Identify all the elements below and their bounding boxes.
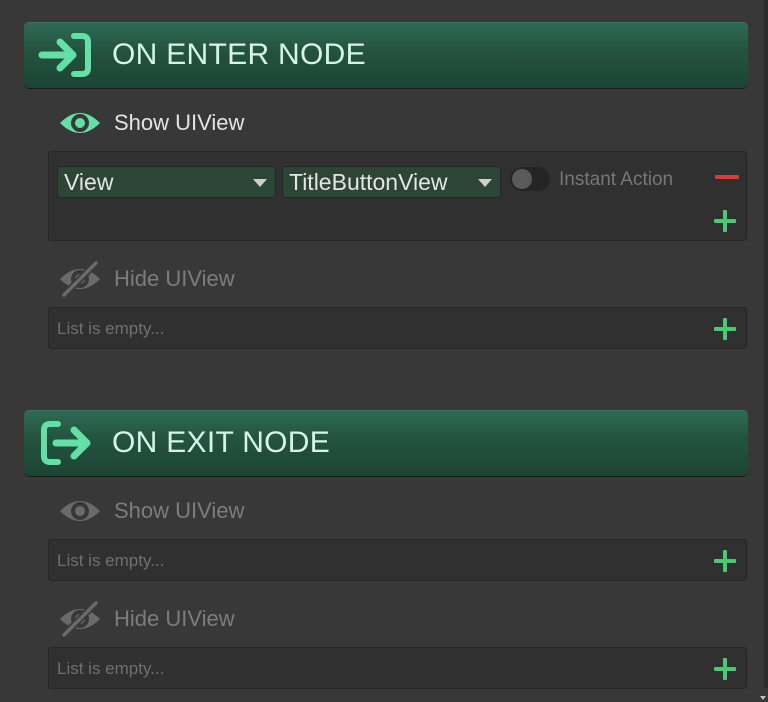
view-category-dropdown[interactable]: View bbox=[57, 166, 276, 198]
exit-hide-uiview-label[interactable]: Hide UIView bbox=[58, 599, 235, 639]
instant-action-toggle[interactable] bbox=[510, 167, 550, 191]
add-item-button[interactable] bbox=[712, 548, 738, 574]
view-category-value: View bbox=[64, 169, 114, 195]
enter-hide-label-text: Hide UIView bbox=[114, 266, 235, 291]
scrollbar-track[interactable] bbox=[764, 0, 768, 688]
list-empty-text: List is empty... bbox=[57, 659, 165, 678]
eye-icon bbox=[60, 501, 100, 521]
exit-show-uiview-label[interactable]: Show UIView bbox=[58, 491, 244, 531]
exit-arrow-icon bbox=[41, 421, 91, 465]
exit-hide-label-text: Hide UIView bbox=[114, 606, 235, 631]
enter-show-label-text: Show UIView bbox=[114, 110, 245, 135]
add-item-button[interactable] bbox=[712, 656, 738, 682]
add-item-button[interactable] bbox=[712, 208, 738, 234]
view-name-dropdown[interactable]: TitleButtonView bbox=[282, 166, 501, 198]
remove-row-button[interactable] bbox=[715, 175, 739, 179]
on-exit-node-header[interactable]: ON EXIT NODE bbox=[24, 410, 748, 476]
enter-hide-uiview-label[interactable]: Hide UIView bbox=[58, 259, 235, 299]
toggle-knob bbox=[512, 169, 532, 189]
view-name-value: TitleButtonView bbox=[289, 169, 448, 195]
enter-arrow-icon bbox=[38, 33, 91, 77]
instant-action-label: Instant Action bbox=[559, 169, 674, 190]
on-exit-node-title: ON EXIT NODE bbox=[112, 426, 331, 459]
enter-show-uiview-label[interactable]: Show UIView bbox=[58, 103, 244, 143]
enter-hide-list: List is empty... bbox=[48, 307, 747, 349]
exit-hide-list: List is empty... bbox=[48, 647, 747, 689]
exit-show-list: List is empty... bbox=[48, 539, 747, 581]
resize-handle-icon[interactable] bbox=[758, 688, 768, 702]
list-empty-text: List is empty... bbox=[57, 319, 165, 338]
eye-icon bbox=[60, 113, 100, 133]
list-empty-text: List is empty... bbox=[57, 551, 165, 570]
chevron-down-icon bbox=[253, 179, 267, 187]
on-enter-node-header[interactable]: ON ENTER NODE bbox=[24, 22, 748, 88]
enter-show-list: View TitleButtonView bbox=[48, 151, 747, 241]
chevron-down-icon bbox=[478, 179, 492, 187]
eye-slash-icon bbox=[60, 259, 100, 299]
on-enter-node-title: ON ENTER NODE bbox=[112, 38, 366, 71]
eye-slash-icon bbox=[60, 599, 100, 639]
add-item-button[interactable] bbox=[712, 316, 738, 342]
exit-show-label-text: Show UIView bbox=[114, 498, 245, 523]
